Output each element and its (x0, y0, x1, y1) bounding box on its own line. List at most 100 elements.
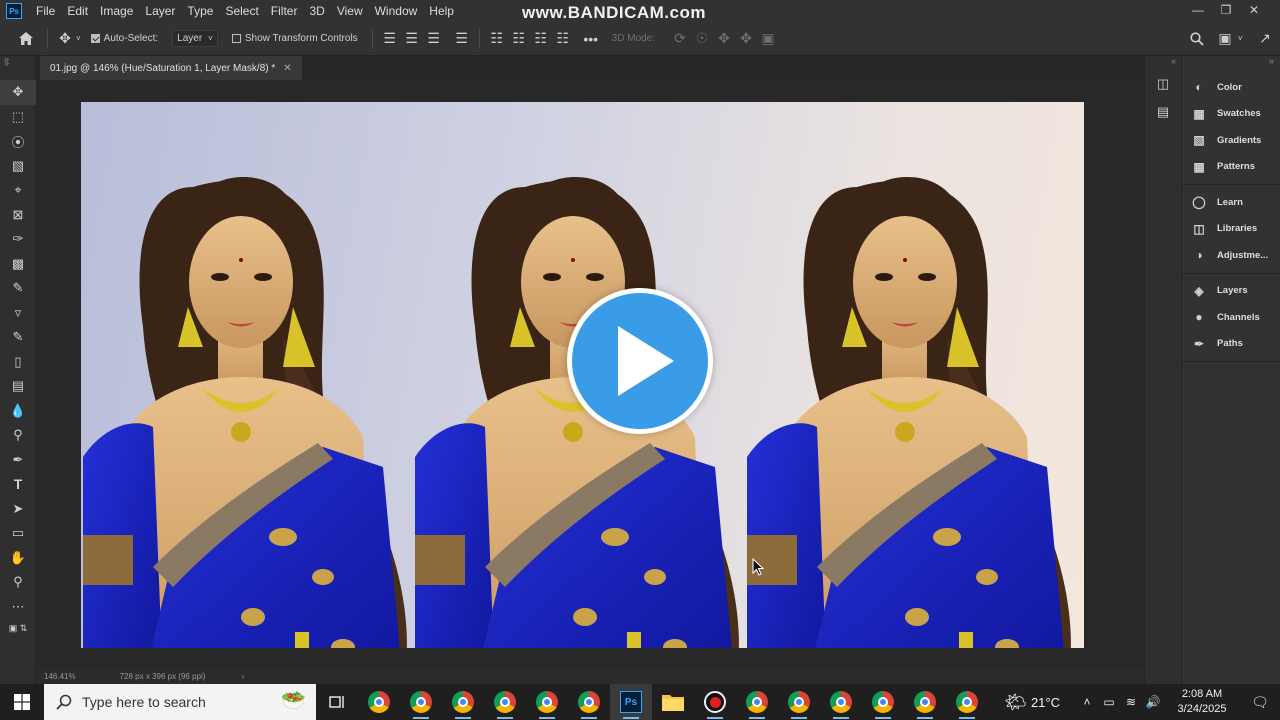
healing-brush-icon[interactable]: ▩ (0, 252, 36, 277)
3d-camera-icon[interactable]: ▣ (757, 28, 779, 50)
zoom-icon[interactable]: ⚲ (0, 570, 36, 595)
panel-color[interactable]: ◐ Color (1182, 74, 1280, 101)
task-view-icon[interactable] (316, 684, 358, 720)
menu-select[interactable]: Select (219, 4, 264, 18)
menu-type[interactable]: Type (181, 4, 219, 18)
weather-temperature[interactable]: 21°C (1031, 695, 1060, 710)
chrome-icon[interactable] (526, 684, 568, 720)
brush-icon[interactable]: ✎ (0, 276, 36, 301)
menu-help[interactable]: Help (423, 4, 460, 18)
panel-patterns[interactable]: ▦ Patterns (1182, 154, 1280, 181)
move-tool-preset-icon[interactable]: ✥ (54, 28, 76, 50)
chevron-down-icon[interactable]: ˅ (1238, 34, 1243, 43)
align-left-icon[interactable]: ☰ (379, 28, 401, 50)
default-colors-icon[interactable]: ▣ ⇅ (0, 619, 36, 637)
bandicam-record-icon[interactable] (694, 684, 736, 720)
object-select-icon[interactable]: ▧ (0, 154, 36, 179)
align-top-icon[interactable]: ☷ (486, 28, 508, 50)
crop-icon[interactable]: ⌖ (0, 178, 36, 203)
menu-filter[interactable]: Filter (265, 4, 304, 18)
dodge-icon[interactable]: ⚲ (0, 423, 36, 448)
align-center-icon[interactable]: ☰ (401, 28, 423, 50)
pen-icon[interactable]: ✒ (0, 448, 36, 473)
chevron-down-icon[interactable]: ˅ (76, 34, 81, 43)
distribute-icon[interactable]: ☰ (451, 28, 473, 50)
chrome-icon[interactable] (736, 684, 778, 720)
clone-stamp-icon[interactable]: ▿ (0, 301, 36, 326)
chrome-icon[interactable] (862, 684, 904, 720)
menu-view[interactable]: View (331, 4, 369, 18)
chevron-up-icon[interactable]: ˄ (1076, 695, 1098, 709)
transform-controls-checkbox[interactable] (231, 34, 241, 43)
collapse-icon[interactable]: » (4, 54, 9, 64)
hand-icon[interactable]: ✋ (0, 546, 36, 571)
auto-select-checkbox[interactable] (90, 34, 100, 43)
eraser-icon[interactable]: ▯ (0, 350, 36, 375)
panel-swatches[interactable]: ▦ Swatches (1182, 101, 1280, 128)
chrome-icon[interactable] (400, 684, 442, 720)
panel-adjustments[interactable]: ◑ Adjustme... (1182, 242, 1280, 269)
history-panel-icon[interactable]: ◫ (1145, 70, 1181, 98)
menu-edit[interactable]: Edit (61, 4, 94, 18)
more-tools-icon[interactable]: ⋯ (0, 595, 36, 620)
chrome-icon[interactable] (484, 684, 526, 720)
collapse-icon[interactable]: » (1182, 56, 1280, 70)
menu-3d[interactable]: 3D (303, 4, 330, 18)
panel-libraries[interactable]: ◫ Libraries (1182, 216, 1280, 243)
wifi-icon[interactable]: ≋ (1120, 695, 1142, 709)
properties-panel-icon[interactable]: ▤ (1145, 98, 1181, 126)
clock[interactable]: 2:08 AM 3/24/2025 (1164, 687, 1240, 717)
panel-channels[interactable]: ● Channels (1182, 304, 1280, 331)
type-icon[interactable]: T (0, 472, 36, 497)
panel-layers[interactable]: ◈ Layers (1182, 278, 1280, 305)
align-bottom-icon[interactable]: ☷ (530, 28, 552, 50)
menu-window[interactable]: Window (369, 4, 424, 18)
chrome-icon[interactable] (442, 684, 484, 720)
search-icon[interactable] (1186, 28, 1208, 50)
frame-icon[interactable]: ⊠ (0, 203, 36, 228)
panel-learn[interactable]: ◯ Learn (1182, 189, 1280, 216)
history-brush-icon[interactable]: ✎ (0, 325, 36, 350)
menu-file[interactable]: File (30, 4, 61, 18)
distribute-vertical-icon[interactable]: ☷ (552, 28, 574, 50)
restore-button[interactable]: ❐ (1212, 0, 1240, 20)
blur-icon[interactable]: 💧 (0, 399, 36, 424)
lasso-icon[interactable]: ⦿ (0, 129, 36, 154)
windows-start-icon[interactable] (0, 684, 44, 720)
align-right-icon[interactable]: ☰ (423, 28, 445, 50)
chrome-icon[interactable] (568, 684, 610, 720)
document-tab[interactable]: 01.jpg @ 146% (Hue/Saturation 1, Layer M… (40, 56, 302, 80)
chrome-icon[interactable] (946, 684, 988, 720)
volume-icon[interactable]: 🔊 (1142, 695, 1164, 709)
collapse-icon[interactable]: « (1145, 56, 1180, 70)
chrome-icon[interactable] (820, 684, 862, 720)
move-icon[interactable]: ✥ (0, 80, 36, 105)
3d-roll-icon[interactable]: ☉ (691, 28, 713, 50)
photoshop-taskbar-icon[interactable]: Ps (610, 684, 652, 720)
weather-icon[interactable]: 🌤 (1004, 692, 1027, 713)
file-explorer-icon[interactable] (652, 684, 694, 720)
share-icon[interactable]: ↗ (1254, 28, 1276, 50)
play-button[interactable] (567, 288, 713, 434)
workspace-icon[interactable]: ▣ (1214, 28, 1236, 50)
layer-select-dropdown[interactable]: Layer ˅ (172, 30, 218, 47)
chevron-right-icon[interactable]: › (241, 672, 244, 681)
close-button[interactable]: ✕ (1240, 0, 1268, 20)
chrome-icon[interactable] (358, 684, 400, 720)
home-icon[interactable] (15, 28, 37, 50)
marquee-icon[interactable]: ⬚ (0, 105, 36, 130)
3d-orbit-icon[interactable]: ⟳ (669, 28, 691, 50)
photoshop-logo-icon[interactable]: Ps (6, 3, 22, 19)
notification-icon[interactable]: 🗨 (1240, 694, 1280, 711)
3d-pan-icon[interactable]: ✥ (713, 28, 735, 50)
minimize-button[interactable]: — (1184, 0, 1212, 20)
chrome-icon[interactable] (904, 684, 946, 720)
more-options-icon[interactable]: ••• (580, 28, 602, 50)
close-tab-icon[interactable]: ✕ (283, 63, 291, 74)
zoom-level[interactable]: 146.41% (44, 672, 76, 681)
gradient-icon[interactable]: ▤ (0, 374, 36, 399)
align-middle-icon[interactable]: ☷ (508, 28, 530, 50)
menu-layer[interactable]: Layer (139, 4, 181, 18)
battery-icon[interactable]: ▭ (1098, 695, 1120, 709)
panel-gradients[interactable]: ▧ Gradients (1182, 127, 1280, 154)
